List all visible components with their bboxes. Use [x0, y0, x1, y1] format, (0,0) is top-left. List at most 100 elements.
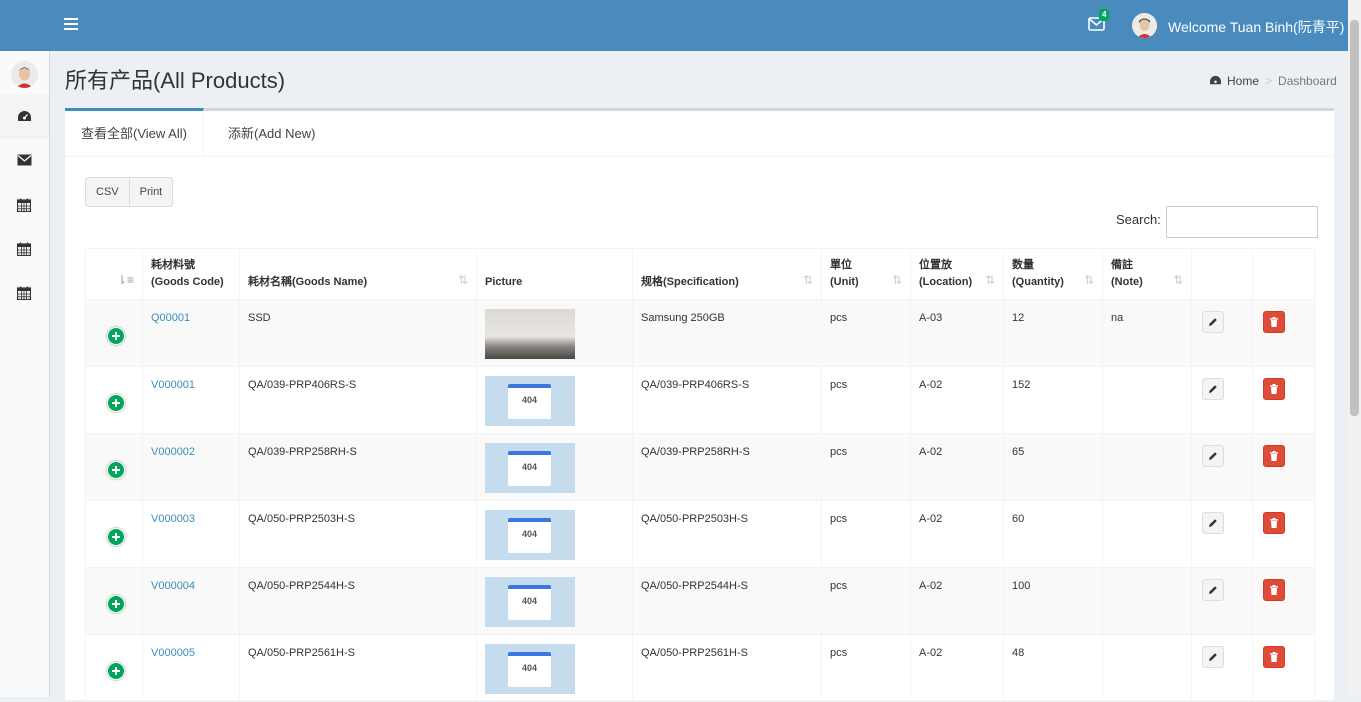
delete-button[interactable] — [1263, 646, 1285, 668]
expand-cell — [85, 500, 143, 568]
col-goods-code[interactable]: 耗材料號 (Goods Code) — [142, 248, 240, 300]
avatar[interactable] — [1132, 13, 1157, 38]
col-delete — [1252, 248, 1315, 300]
goods-code-cell: V000001 — [142, 366, 240, 434]
product-image-placeholder[interactable]: 404 — [485, 644, 575, 694]
goods-code-link[interactable]: V000003 — [151, 513, 195, 525]
location-cell: A-02 — [910, 634, 1004, 702]
product-image-placeholder[interactable]: 404 — [485, 510, 575, 560]
tab-view-all[interactable]: 查看全部(View All) — [65, 108, 204, 156]
table-row: V000001 QA/039-PRP406RS-S 404 QA/039-PRP406… — [85, 366, 1315, 434]
expand-cell — [85, 567, 143, 635]
unit-cell: pcs — [821, 567, 911, 635]
mail-count-badge: 4 — [1099, 9, 1110, 21]
note-cell — [1102, 634, 1192, 702]
edit-cell — [1191, 366, 1253, 434]
edit-button[interactable] — [1202, 646, 1224, 668]
sidebar-item-calendar-2[interactable] — [0, 227, 49, 271]
table-row: Q00001 SSD Samsung 250GB pcs A-03 12 na — [85, 299, 1315, 367]
quantity-cell: 100 — [1003, 567, 1103, 635]
trash-icon — [1270, 384, 1278, 394]
col-goods-name[interactable]: 耗材名稱(Goods Name) ⇅ — [239, 248, 477, 300]
delete-button[interactable] — [1263, 579, 1285, 601]
note-cell — [1102, 500, 1192, 568]
breadcrumb-current: Dashboard — [1278, 74, 1337, 88]
envelope-icon — [17, 154, 32, 166]
delete-button[interactable] — [1263, 378, 1285, 400]
col-expand[interactable]: ⇂≡ — [85, 248, 143, 300]
col-quantity[interactable]: 数量 (Quantity) ⇅ — [1003, 248, 1103, 300]
sort-icon[interactable]: ⇅ — [1084, 272, 1094, 289]
tab-add-new[interactable]: 添新(Add New) — [212, 111, 331, 156]
not-found-card: 404 — [508, 652, 551, 687]
sort-icon[interactable]: ⇅ — [458, 272, 468, 289]
product-photo[interactable] — [485, 309, 575, 359]
expand-plus-icon[interactable] — [107, 662, 125, 680]
sort-icon[interactable]: ⇅ — [892, 272, 902, 289]
expand-plus-icon[interactable] — [107, 461, 125, 479]
product-image-placeholder[interactable]: 404 — [485, 577, 575, 627]
csv-button[interactable]: CSV — [86, 178, 129, 206]
pencil-icon — [1209, 586, 1217, 594]
product-image-placeholder[interactable]: 404 — [485, 443, 575, 493]
edit-cell — [1191, 567, 1253, 635]
welcome-user[interactable]: Welcome Tuan Binh(阮青平) — [1168, 17, 1344, 37]
page-scrollbar[interactable] — [1348, 0, 1361, 697]
edit-button[interactable] — [1202, 512, 1224, 534]
trash-icon — [1270, 451, 1278, 461]
sidebar-item-calendar-1[interactable] — [0, 183, 49, 227]
sort-icon[interactable]: ⇅ — [803, 272, 813, 289]
sidebar-item-dashboard[interactable] — [0, 95, 49, 139]
edit-button[interactable] — [1202, 445, 1224, 467]
delete-cell — [1252, 366, 1315, 434]
goods-code-link[interactable]: V000001 — [151, 379, 195, 391]
goods-name-cell: QA/050-PRP2544H-S — [239, 567, 477, 635]
expand-cell — [85, 299, 143, 367]
print-button[interactable]: Print — [128, 178, 173, 206]
location-cell: A-02 — [910, 433, 1004, 501]
edit-cell — [1191, 634, 1253, 702]
expand-plus-icon[interactable] — [107, 394, 125, 412]
picture-cell: 404 — [476, 500, 633, 568]
table-header-row: ⇂≡ 耗材料號 (Goods Code) 耗材名稱(Goods Name) ⇅ Pi… — [85, 248, 1315, 300]
edit-button[interactable] — [1202, 311, 1224, 333]
specification-cell: QA/039-PRP406RS-S — [632, 366, 822, 434]
goods-code-link[interactable]: V000004 — [151, 580, 195, 592]
delete-button[interactable] — [1263, 311, 1285, 333]
sidebar-item-mail[interactable] — [0, 139, 49, 183]
col-unit[interactable]: 單位 (Unit) ⇅ — [821, 248, 911, 300]
expand-plus-icon[interactable] — [107, 327, 125, 345]
col-location[interactable]: 位置放 (Location) ⇅ — [910, 248, 1004, 300]
sort-asc-icon[interactable]: ⇂≡ — [117, 272, 134, 289]
delete-button[interactable] — [1263, 445, 1285, 467]
goods-code-cell: V000005 — [142, 634, 240, 702]
col-note[interactable]: 備註 (Note) ⇅ — [1102, 248, 1192, 300]
pencil-icon — [1209, 385, 1217, 393]
goods-code-link[interactable]: V000002 — [151, 446, 195, 458]
search-label: Search: — [1116, 212, 1161, 227]
table-row: V000003 QA/050-PRP2503H-S 404 QA/050-PRP250… — [85, 500, 1315, 568]
scrollbar-thumb[interactable] — [1350, 20, 1359, 416]
sort-icon[interactable]: ⇅ — [985, 272, 995, 289]
goods-code-link[interactable]: V000005 — [151, 647, 195, 659]
pencil-icon — [1209, 318, 1217, 326]
col-specification[interactable]: 规格(Specification) ⇅ — [632, 248, 822, 300]
goods-code-link[interactable]: Q00001 — [151, 312, 190, 324]
delete-button[interactable] — [1263, 512, 1285, 534]
specification-cell: QA/050-PRP2561H-S — [632, 634, 822, 702]
pencil-icon — [1209, 519, 1217, 527]
expand-plus-icon[interactable] — [107, 595, 125, 613]
product-image-placeholder[interactable]: 404 — [485, 376, 575, 426]
quantity-cell: 152 — [1003, 366, 1103, 434]
products-box: 查看全部(View All) 添新(Add New) CSV Print Sear… — [65, 108, 1334, 702]
hamburger-icon[interactable] — [64, 18, 78, 32]
dashboard-icon — [18, 111, 31, 121]
expand-plus-icon[interactable] — [107, 528, 125, 546]
sort-icon[interactable]: ⇅ — [1173, 272, 1183, 289]
search-input[interactable] — [1166, 206, 1318, 238]
edit-button[interactable] — [1202, 378, 1224, 400]
sidebar-item-calendar-3[interactable] — [0, 271, 49, 315]
edit-button[interactable] — [1202, 579, 1224, 601]
breadcrumb-home[interactable]: Home — [1227, 74, 1259, 88]
specification-cell: QA/039-PRP258RH-S — [632, 433, 822, 501]
